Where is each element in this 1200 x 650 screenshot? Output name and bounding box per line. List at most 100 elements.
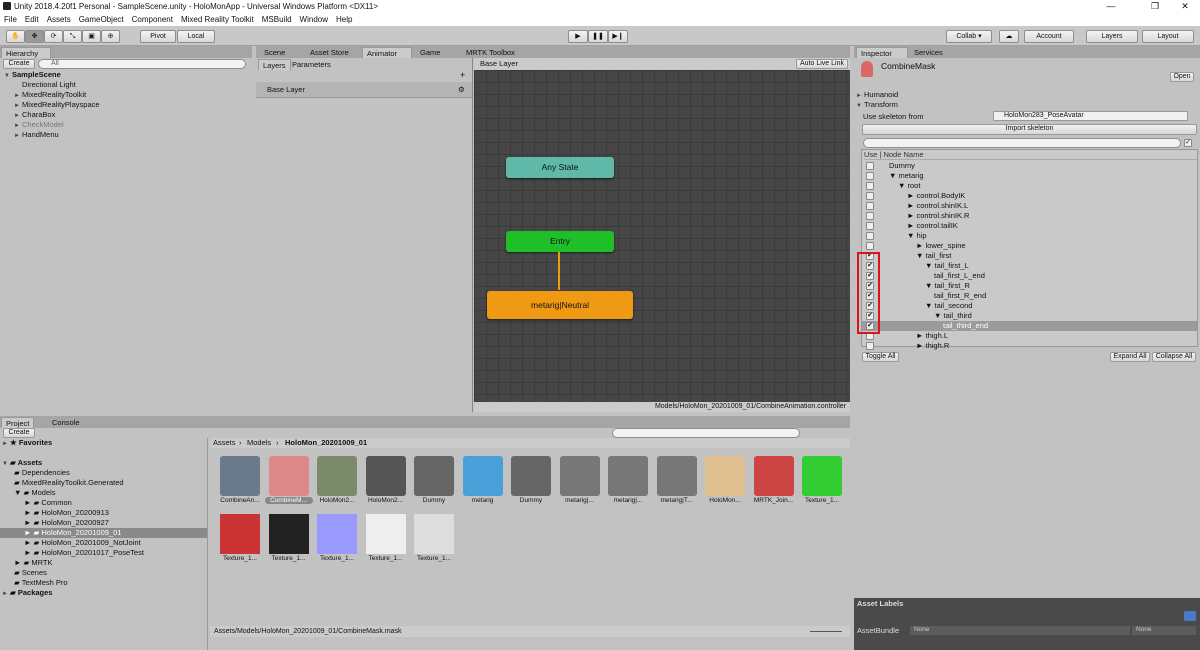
favorites-row[interactable]: ► ★ Favorites (2, 438, 52, 448)
node-row[interactable]: ► lower_spine (862, 241, 1197, 251)
node-use-checkbox[interactable] (866, 222, 874, 230)
folder-item[interactable]: ► ▰ HoloMon_20201009_01 (0, 528, 207, 538)
node-row[interactable]: ✔ ▼ tail_first_R (862, 281, 1197, 291)
tag-icon[interactable] (1184, 611, 1196, 621)
tab-layers[interactable]: Layers (258, 59, 291, 70)
menu-mrtk[interactable]: Mixed Reality Toolkit (181, 15, 254, 24)
node-row[interactable]: ✔ ▼ tail_second (862, 301, 1197, 311)
folder-item[interactable]: ► ▰ Common (0, 498, 207, 508)
project-create-button[interactable]: Create (3, 428, 35, 438)
import-skeleton-button[interactable]: Import skeleton (862, 124, 1197, 135)
account-dropdown[interactable]: Account (1024, 30, 1074, 43)
hierarchy-item[interactable]: ► MixedRealityToolkit (14, 90, 86, 100)
crumb-assets[interactable]: Assets (213, 438, 236, 448)
texture-thumbnail[interactable] (414, 514, 454, 554)
asset-thumbnail[interactable] (656, 456, 697, 496)
collapse-all-button[interactable]: Collapse All (1152, 352, 1196, 362)
node-use-checkbox[interactable] (866, 242, 874, 250)
hierarchy-search-input[interactable]: All (38, 59, 246, 69)
node-row[interactable]: ► control.BodyIK (862, 191, 1197, 201)
transform-tool-icon[interactable]: ⊕ (101, 30, 120, 43)
expand-all-button[interactable]: Expand All (1110, 352, 1150, 362)
node-use-checkbox[interactable] (866, 182, 874, 190)
hierarchy-item[interactable]: ► MixedRealityPlayspace (14, 100, 100, 110)
menu-gameobject[interactable]: GameObject (79, 15, 124, 24)
project-search-input[interactable] (612, 428, 800, 438)
any-state-node[interactable]: Any State (506, 157, 614, 178)
node-row[interactable]: ▼ hip (862, 231, 1197, 241)
maximize-button[interactable]: ❐ (1140, 0, 1170, 13)
tab-mrtk-toolbox[interactable]: MRTK Toolbox (462, 47, 519, 58)
hand-tool-icon[interactable]: ✋ (6, 30, 25, 43)
crumb-folder[interactable]: HoloMon_20201009_01 (285, 438, 367, 448)
hierarchy-item[interactable]: ► CheckModel (14, 120, 64, 130)
layers-dropdown[interactable]: Layers (1086, 30, 1138, 43)
node-row[interactable]: ► control.tailIK (862, 221, 1197, 231)
texture-thumbnail[interactable] (220, 514, 260, 554)
folder-item[interactable]: ► ▰ HoloMon_20200913 (0, 508, 207, 518)
node-row[interactable]: ✔ tail_third_end (862, 321, 1197, 331)
texture-thumbnail[interactable] (317, 514, 357, 554)
folder-item[interactable]: ▰ Dependencies (0, 468, 207, 478)
packages-row[interactable]: ► ▰ Packages (2, 588, 52, 598)
hierarchy-item[interactable]: Directional Light (22, 80, 76, 90)
folder-item[interactable]: ▰ TextMesh Pro (0, 578, 207, 588)
layer-row[interactable]: Base Layer ⚙ (256, 82, 472, 98)
menu-file[interactable]: File (4, 15, 17, 24)
entry-node[interactable]: Entry (506, 231, 614, 252)
variant-dropdown[interactable]: None (1132, 626, 1196, 635)
menu-edit[interactable]: Edit (25, 15, 39, 24)
node-row[interactable]: ► control.shinIK.L (862, 201, 1197, 211)
node-use-checkbox[interactable] (866, 212, 874, 220)
tab-inspector[interactable]: Inspector (856, 47, 908, 58)
asset-thumbnail[interactable] (268, 456, 309, 496)
node-row[interactable]: ✔ ▼ tail_first_L (862, 261, 1197, 271)
scale-tool-icon[interactable]: ⤡ (63, 30, 82, 43)
tab-scene[interactable]: Scene (260, 47, 289, 58)
rotate-tool-icon[interactable]: ⟳ (44, 30, 63, 43)
assets-row[interactable]: ▼ ▰ Assets (2, 458, 42, 468)
node-row[interactable]: ► control.shinIK.R (862, 211, 1197, 221)
asset-thumbnail[interactable] (705, 456, 745, 496)
node-row[interactable]: ✔ ▼ tail_third (862, 311, 1197, 321)
asset-thumbnail[interactable] (317, 456, 357, 496)
open-button[interactable]: Open (1170, 72, 1194, 82)
animator-graph[interactable]: Base Layer Auto Live Link Any State Entr… (474, 58, 850, 402)
scene-row[interactable]: ▼ SampleScene (4, 70, 61, 80)
folder-item[interactable]: ▰ Scenes (0, 568, 207, 578)
tab-console[interactable]: Console (48, 417, 84, 428)
node-row[interactable]: ▼ metarig (862, 171, 1197, 181)
gear-icon[interactable]: ⚙ (458, 85, 465, 95)
asset-thumbnail[interactable] (220, 456, 260, 496)
node-row[interactable]: ✔ tail_first_R_end (862, 291, 1197, 301)
node-use-checkbox[interactable] (866, 202, 874, 210)
humanoid-foldout[interactable]: ► Humanoid (856, 90, 898, 100)
asset-thumbnail[interactable] (414, 456, 454, 496)
step-icon[interactable]: ▶❙ (608, 30, 628, 43)
auto-live-link-button[interactable]: Auto Live Link (796, 59, 848, 69)
tab-hierarchy[interactable]: Hierarchy (1, 47, 51, 58)
collab-button[interactable]: Collab ▾ (946, 30, 992, 43)
texture-thumbnail[interactable] (268, 514, 309, 554)
node-row[interactable]: Dummy (862, 161, 1197, 171)
asset-thumbnail[interactable] (753, 456, 794, 496)
folder-item[interactable]: ▼ ▰ Models (0, 488, 207, 498)
filter-check-icon[interactable]: ✓ (1184, 139, 1192, 147)
folder-item[interactable]: ► ▰ HoloMon_20201017_PoseTest (0, 548, 207, 558)
rect-tool-icon[interactable]: ▣ (82, 30, 101, 43)
node-use-checkbox[interactable] (866, 172, 874, 180)
tab-project[interactable]: Project (1, 417, 35, 428)
move-tool-icon[interactable]: ✥ (25, 30, 44, 43)
layout-dropdown[interactable]: Layout (1142, 30, 1194, 43)
zoom-slider[interactable] (810, 631, 842, 632)
node-row[interactable]: ✔ tail_first_L_end (862, 271, 1197, 281)
asset-thumbnail[interactable] (462, 456, 503, 496)
play-icon[interactable]: ▶ (568, 30, 588, 43)
folder-item[interactable]: ► ▰ HoloMon_20200927 (0, 518, 207, 528)
node-search-input[interactable] (863, 138, 1181, 148)
cloud-icon[interactable]: ☁ (999, 30, 1019, 43)
hierarchy-create-button[interactable]: Create (3, 59, 35, 69)
hierarchy-item[interactable]: ► HandMenu (14, 130, 59, 140)
node-row[interactable]: ► thigh.L (862, 331, 1197, 341)
asset-thumbnail[interactable] (802, 456, 842, 496)
